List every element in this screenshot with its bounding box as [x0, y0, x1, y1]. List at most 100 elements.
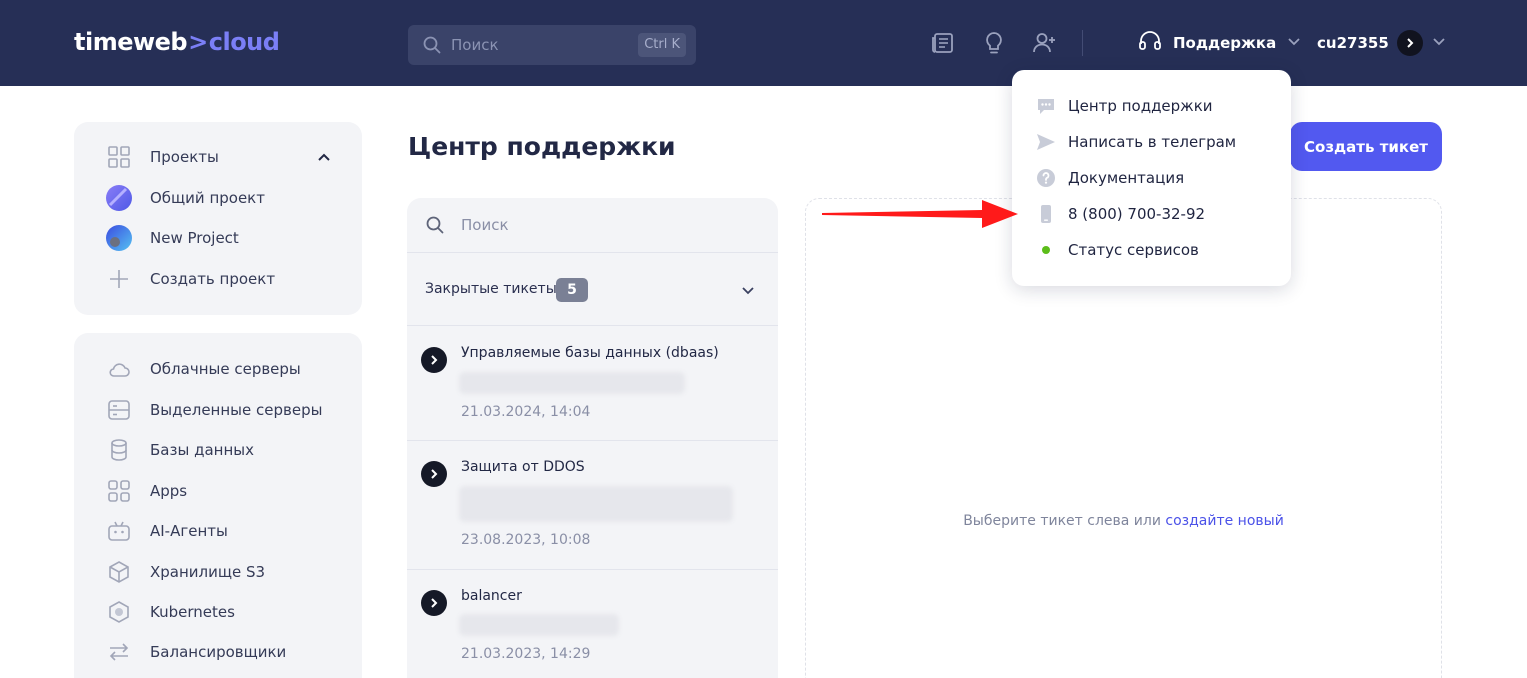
page-title: Центр поддержки [408, 132, 676, 161]
cloud-icon [106, 356, 132, 382]
add-user-icon[interactable] [1031, 30, 1057, 56]
create-new-link[interactable]: создайте новый [1165, 513, 1283, 529]
sidebar-item-label: Облачные серверы [150, 360, 301, 378]
question-icon [1036, 168, 1056, 188]
menu-item-telegram[interactable]: Написать в телеграм [1036, 130, 1236, 154]
news-icon[interactable] [930, 30, 956, 56]
empty-state-message: Выберите тикет слева или создайте новый [806, 513, 1441, 529]
ticket-title: balancer [461, 588, 522, 604]
project-label: Общий проект [150, 189, 265, 207]
arrows-swap-icon [106, 639, 132, 665]
user-menu-button[interactable]: cu27355 [1317, 30, 1447, 56]
search-placeholder: Поиск [461, 216, 509, 234]
lightbulb-icon[interactable] [981, 30, 1007, 56]
menu-item-phone[interactable]: 8 (800) 700-32-92 [1036, 202, 1205, 226]
project-item-new[interactable]: New Project [106, 225, 239, 251]
logo[interactable]: timeweb>cloud [74, 28, 280, 56]
projects-panel: Проекты Общий проект New Project Создать… [74, 122, 362, 315]
menu-item-label: Статус сервисов [1068, 241, 1199, 259]
projects-header[interactable]: Проекты [106, 144, 219, 170]
sidebar-item-label: Apps [150, 482, 188, 500]
closed-tickets-label: Закрытые тикеты [425, 281, 557, 297]
menu-item-label: 8 (800) 700-32-92 [1068, 205, 1206, 223]
project-item-general[interactable]: Общий проект [106, 185, 265, 211]
search-icon [422, 35, 442, 59]
chevron-up-icon[interactable] [316, 149, 332, 169]
support-label: Поддержка [1173, 34, 1277, 52]
robot-icon [106, 518, 132, 544]
sidebar-item-apps[interactable]: Apps [106, 478, 187, 504]
sidebar-item-label: Kubernetes [150, 603, 235, 621]
sidebar-item-balancers[interactable]: Балансировщики [106, 639, 286, 665]
ticket-item[interactable]: Управляемые базы данных (dbaas) 21.03.20… [407, 327, 778, 441]
annotation-arrow-icon [822, 200, 1018, 228]
empty-state-text: Выберите тикет слева или [963, 513, 1161, 529]
support-dropdown-menu: Центр поддержки Написать в телеграм Доку… [1012, 70, 1291, 286]
database-icon [106, 437, 132, 463]
create-ticket-button[interactable]: Создать тикет [1290, 122, 1442, 171]
sidebar-item-label: Выделенные серверы [150, 401, 323, 419]
chevron-down-icon [1286, 33, 1302, 53]
ticket-preview-redacted [459, 372, 685, 394]
ticket-preview-redacted [459, 486, 733, 522]
sidebar-item-kubernetes[interactable]: Kubernetes [106, 599, 235, 625]
sidebar-item-label: Базы данных [150, 441, 254, 459]
ticket-date: 23.08.2023, 10:08 [461, 532, 591, 548]
closed-tickets-toggle[interactable]: Закрытые тикеты 5 [407, 254, 778, 326]
sidebar-item-label: AI-Агенты [150, 522, 228, 540]
ticket-title: Управляемые базы данных (dbaas) [461, 345, 719, 361]
global-search-input[interactable]: Поиск Ctrl K [408, 25, 696, 65]
nav-panel: Облачные серверы Выделенные серверы Базы… [74, 333, 362, 678]
sidebar-item-ai-agents[interactable]: AI-Агенты [106, 518, 228, 544]
ticket-preview-redacted [459, 614, 619, 636]
sidebar-item-databases[interactable]: Базы данных [106, 437, 254, 463]
menu-item-support-center[interactable]: Центр поддержки [1036, 94, 1213, 118]
tickets-panel: Поиск Закрытые тикеты 5 Управляемые базы… [407, 198, 778, 678]
sidebar-item-dedicated-servers[interactable]: Выделенные серверы [106, 397, 322, 423]
ticket-search-input[interactable]: Поиск [407, 198, 778, 253]
menu-item-label: Документация [1068, 169, 1185, 187]
cube-icon [106, 559, 132, 585]
ticket-item[interactable]: Защита от DDOS 23.08.2023, 10:08 [407, 441, 778, 570]
top-bar: timeweb>cloud Поиск Ctrl K Поддержка cu2… [0, 0, 1527, 86]
sidebar-item-s3[interactable]: Хранилище S3 [106, 559, 265, 585]
header-divider [1082, 30, 1083, 56]
plus-icon [106, 266, 132, 292]
search-placeholder: Поиск [451, 36, 499, 54]
headset-icon [1137, 28, 1163, 58]
chevron-right-icon [421, 347, 447, 373]
project-avatar-icon [106, 225, 132, 251]
menu-item-service-status[interactable]: Статус сервисов [1036, 238, 1199, 262]
project-label: Создать проект [150, 270, 276, 288]
username: cu27355 [1317, 34, 1389, 52]
ticket-date: 21.03.2024, 14:04 [461, 404, 591, 420]
chevron-right-icon [1407, 38, 1414, 48]
chevron-down-icon [740, 282, 756, 302]
support-menu-button[interactable]: Поддержка [1137, 30, 1302, 56]
create-project-link[interactable]: Создать проект [106, 266, 275, 292]
ticket-title: Защита от DDOS [461, 459, 585, 475]
phone-icon [1036, 204, 1056, 224]
projects-title: Проекты [150, 148, 219, 166]
sidebar-item-cloud-servers[interactable]: Облачные серверы [106, 356, 301, 382]
grid-icon [106, 144, 132, 170]
sidebar-item-label: Балансировщики [150, 643, 287, 661]
logo-accent: cloud [208, 28, 280, 56]
project-avatar-icon [106, 185, 132, 211]
chevron-down-icon [1431, 33, 1447, 53]
ticket-date: 21.03.2023, 14:29 [461, 646, 591, 662]
ticket-item[interactable]: balancer 21.03.2023, 14:29 [407, 570, 778, 678]
kubernetes-icon [106, 599, 132, 625]
menu-item-label: Написать в телеграм [1068, 133, 1237, 151]
chevron-right-icon [421, 461, 447, 487]
apps-grid-icon [106, 478, 132, 504]
user-badge [1396, 30, 1423, 56]
chevron-right-icon [421, 590, 447, 616]
sidebar-item-label: Хранилище S3 [150, 563, 266, 581]
menu-item-documentation[interactable]: Документация [1036, 166, 1184, 190]
send-icon [1036, 132, 1056, 152]
logo-main: timeweb [74, 28, 188, 56]
chat-icon [1036, 96, 1056, 116]
search-icon [425, 215, 445, 239]
status-dot-icon [1036, 240, 1056, 260]
